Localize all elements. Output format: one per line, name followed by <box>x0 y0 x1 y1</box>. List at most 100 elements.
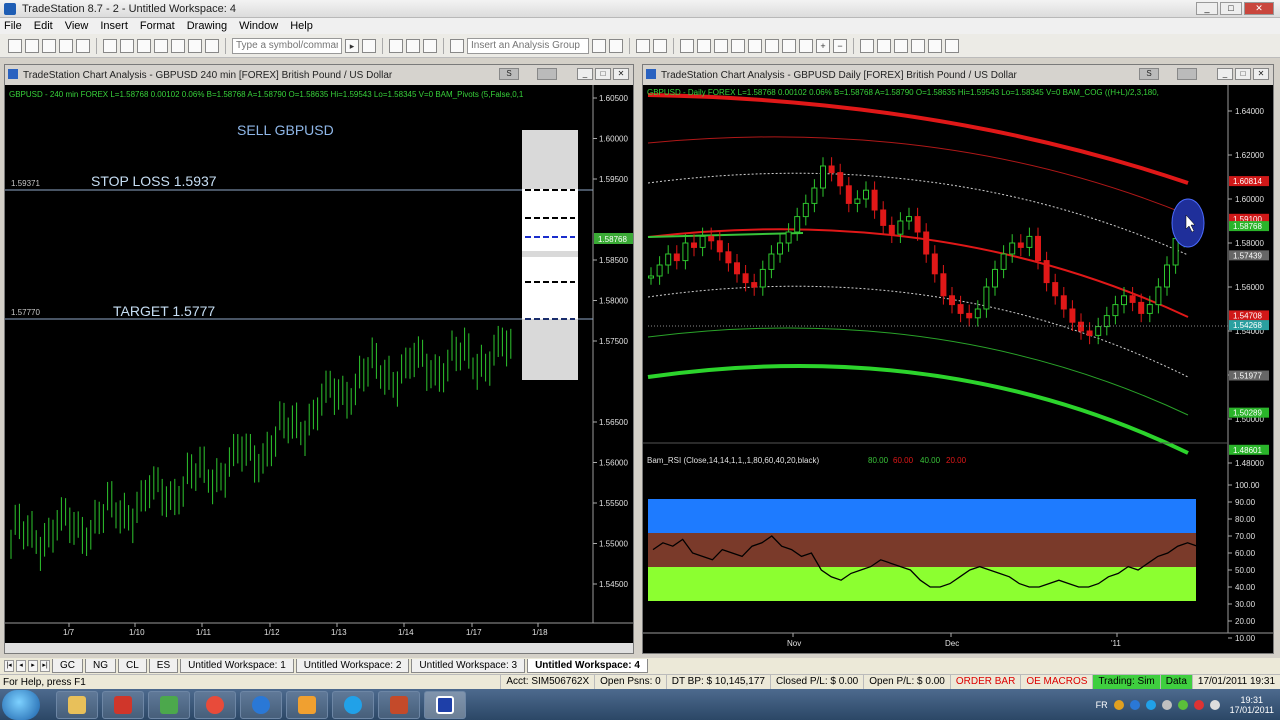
tab-ng[interactable]: NG <box>85 659 116 673</box>
taskbar-outlook[interactable] <box>286 690 328 719</box>
menu-view[interactable]: View <box>65 20 89 32</box>
chart-minimize-button[interactable]: _ <box>577 68 593 80</box>
tab-gc[interactable]: GC <box>52 659 83 673</box>
drawing-tools-icon[interactable] <box>894 38 908 53</box>
order-bar-button[interactable]: ORDER BAR <box>949 674 1020 690</box>
close-button[interactable]: ✕ <box>1244 2 1274 15</box>
tray-icon[interactable] <box>1113 699 1124 710</box>
print-icon[interactable] <box>103 38 117 53</box>
symbol-command-input[interactable] <box>232 37 342 54</box>
tab-workspace-1[interactable]: Untitled Workspace: 1 <box>180 659 294 673</box>
menu-edit[interactable]: Edit <box>34 20 53 32</box>
copy-icon[interactable] <box>120 38 134 53</box>
menu-insert[interactable]: Insert <box>100 20 128 32</box>
tray-icon[interactable] <box>1145 699 1156 710</box>
taskbar-skype[interactable] <box>332 690 374 719</box>
trading-mode-badge[interactable]: Trading: Sim <box>1092 674 1160 690</box>
taskbar-explorer[interactable] <box>56 690 98 719</box>
new-document-icon[interactable] <box>8 38 22 53</box>
zoom-out-icon[interactable]: − <box>833 38 847 53</box>
system-clock[interactable]: 19:31 17/01/2011 <box>1230 695 1274 715</box>
maximize-button[interactable]: □ <box>1220 2 1242 15</box>
tab-workspace-4[interactable]: Untitled Workspace: 4 <box>527 659 648 673</box>
taskbar-poker[interactable] <box>102 690 144 719</box>
minimize-button[interactable]: _ <box>1196 2 1218 15</box>
menu-window[interactable]: Window <box>239 20 278 32</box>
save-all-icon[interactable] <box>42 38 56 53</box>
target-annotation[interactable]: TARGET 1.5777 <box>113 303 215 319</box>
price-chart-240min[interactable]: 1.59371 1.57770 SELL GBPUSD STOP LOSS 1.… <box>5 85 633 645</box>
candle-style-icon[interactable] <box>697 38 711 53</box>
tab-cl[interactable]: CL <box>118 659 147 673</box>
pointer-icon[interactable] <box>860 38 874 53</box>
chart-menu-dropdown[interactable] <box>537 68 557 80</box>
crosshair-icon[interactable] <box>877 38 891 53</box>
chart-window-daily[interactable]: TradeStation Chart Analysis - GBPUSD Dai… <box>642 64 1274 654</box>
symbol-link-dropdown[interactable]: S <box>499 68 519 80</box>
space-left-icon[interactable] <box>765 38 779 53</box>
link-icon[interactable] <box>188 38 202 53</box>
open-folder-icon[interactable] <box>25 38 39 53</box>
compress-bars-icon[interactable] <box>799 38 813 53</box>
save-icon[interactable] <box>59 38 73 53</box>
chart-close-button[interactable]: ✕ <box>1253 68 1269 80</box>
chart-close-button[interactable]: ✕ <box>613 68 629 80</box>
grid-icon[interactable] <box>423 38 437 53</box>
keyboard-language[interactable]: FR <box>1096 700 1108 710</box>
ohlc-style-icon[interactable] <box>731 38 745 53</box>
globe-icon[interactable] <box>205 38 219 53</box>
hammer-icon[interactable] <box>928 38 942 53</box>
zoom-in-icon[interactable]: + <box>816 38 830 53</box>
scale-icon[interactable] <box>748 38 762 53</box>
start-button[interactable] <box>2 689 40 720</box>
symbol-lookup-icon[interactable] <box>362 38 376 53</box>
chart-menu-dropdown[interactable] <box>1177 68 1197 80</box>
oe-macros-button[interactable]: OE MACROS <box>1020 674 1092 690</box>
taskbar-network[interactable] <box>148 690 190 719</box>
insert-strategy-icon[interactable] <box>609 38 623 53</box>
chart-window-240min[interactable]: TradeStation Chart Analysis - GBPUSD 240… <box>4 64 634 654</box>
insert-indicator-icon[interactable] <box>592 38 606 53</box>
menu-help[interactable]: Help <box>290 20 313 32</box>
chart-maximize-button[interactable]: □ <box>1235 68 1251 80</box>
stop-loss-annotation[interactable]: STOP LOSS 1.5937 <box>91 173 217 189</box>
account-status[interactable]: Acct: SIM506762X <box>500 674 594 690</box>
menu-format[interactable]: Format <box>140 20 175 32</box>
bar-style-icon[interactable] <box>680 38 694 53</box>
data-status-badge[interactable]: Data <box>1159 674 1192 690</box>
volume-icon[interactable] <box>1209 699 1220 710</box>
taskbar-ie[interactable] <box>240 690 282 719</box>
first-tab-icon[interactable]: |◂ <box>4 660 14 672</box>
next-tab-icon[interactable]: ▸ <box>28 660 38 672</box>
window-layout-icon[interactable] <box>137 38 151 53</box>
tray-icon[interactable] <box>1161 699 1172 710</box>
sell-annotation[interactable]: SELL GBPUSD <box>237 122 334 138</box>
trendline-icon[interactable] <box>911 38 925 53</box>
chart-minimize-button[interactable]: _ <box>1217 68 1233 80</box>
lock-icon[interactable] <box>171 38 185 53</box>
space-right-icon[interactable] <box>782 38 796 53</box>
window-tile-icon[interactable] <box>154 38 168 53</box>
chart-refresh-icon[interactable] <box>636 38 650 53</box>
tab-workspace-3[interactable]: Untitled Workspace: 3 <box>411 659 526 673</box>
macro-icon[interactable] <box>945 38 959 53</box>
prev-tab-icon[interactable]: ◂ <box>16 660 26 672</box>
open-workspace-icon[interactable] <box>76 38 90 53</box>
taskbar-chrome[interactable] <box>194 690 236 719</box>
tray-icon[interactable] <box>1177 699 1188 710</box>
tab-workspace-2[interactable]: Untitled Workspace: 2 <box>295 659 410 673</box>
menu-file[interactable]: File <box>4 20 22 32</box>
horizontal-scrollbar[interactable] <box>5 643 633 653</box>
last-tab-icon[interactable]: ▸| <box>40 660 50 672</box>
analysis-group-select[interactable] <box>467 37 589 54</box>
format-icon[interactable] <box>389 38 403 53</box>
chart-maximize-button[interactable]: □ <box>595 68 611 80</box>
tray-icon[interactable] <box>1193 699 1204 710</box>
menu-drawing[interactable]: Drawing <box>187 20 227 32</box>
go-arrow-icon[interactable]: ▸ <box>345 38 359 53</box>
taskbar-tradestation[interactable] <box>424 690 466 719</box>
chart-settings-icon[interactable] <box>653 38 667 53</box>
symbol-link-dropdown[interactable]: S <box>1139 68 1159 80</box>
tray-icon[interactable] <box>1129 699 1140 710</box>
line-style-icon[interactable] <box>714 38 728 53</box>
